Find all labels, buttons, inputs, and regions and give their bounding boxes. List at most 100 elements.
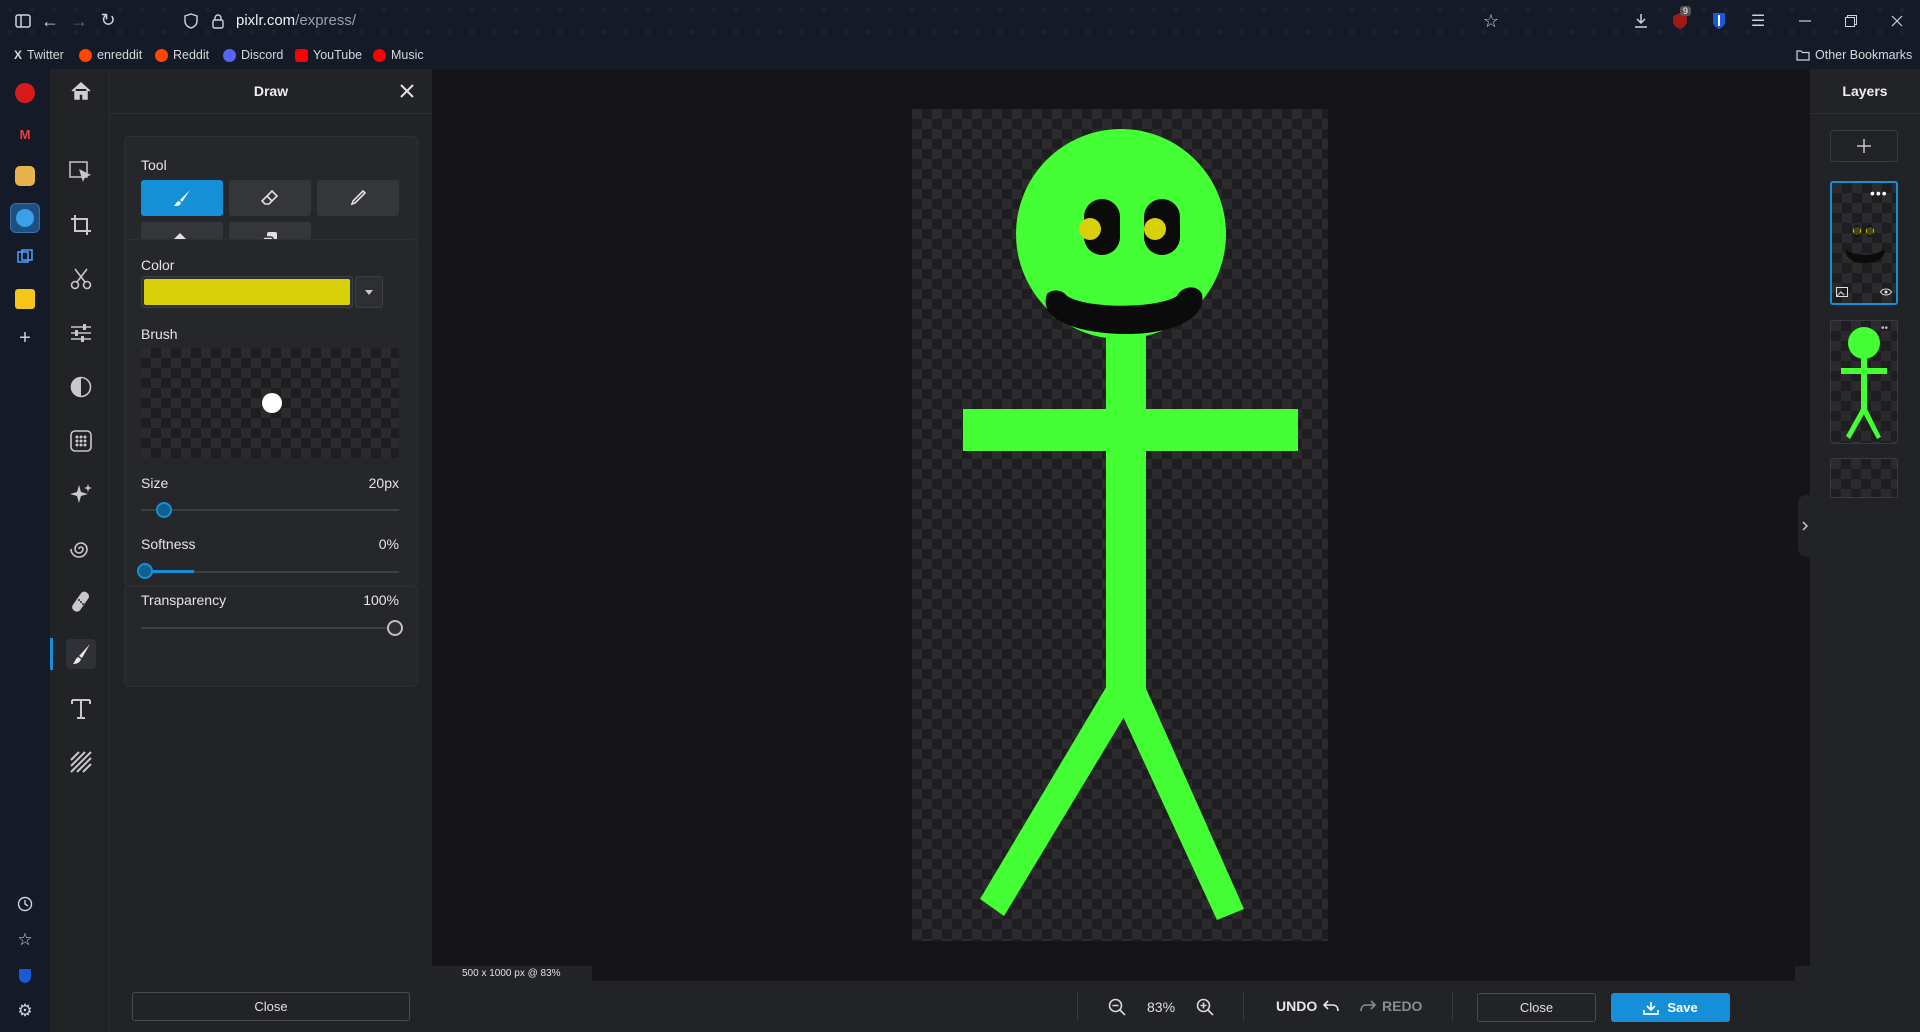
zoom-out-icon[interactable] xyxy=(1108,998,1126,1016)
download-icon[interactable] xyxy=(1631,11,1651,31)
layer-stickman-thumbnail xyxy=(1841,327,1887,439)
chatgpt-icon[interactable] xyxy=(15,166,35,186)
reddit-icon xyxy=(79,48,92,62)
layer-visibility-eye-icon[interactable] xyxy=(1880,288,1892,296)
add-panel-icon[interactable]: + xyxy=(15,327,35,349)
text-tool-icon[interactable] xyxy=(66,693,96,723)
active-tool-indicator xyxy=(50,638,53,670)
panel-divider xyxy=(110,113,432,114)
layer-options-icon[interactable]: ••• xyxy=(1870,185,1888,201)
save-button[interactable]: Save xyxy=(1611,993,1730,1022)
redo-button[interactable]: REDO xyxy=(1360,998,1422,1014)
transparency-label: Transparency xyxy=(141,592,227,608)
undo-icon xyxy=(1323,1000,1340,1012)
softness-label: Softness xyxy=(141,536,196,552)
left-pupil xyxy=(1079,218,1101,240)
draw-tool-icon[interactable] xyxy=(66,639,96,669)
document-canvas[interactable] xyxy=(912,109,1328,941)
menu-icon[interactable]: ☰ xyxy=(1748,11,1768,31)
effect-tool-icon[interactable] xyxy=(66,426,96,456)
bookmark-music[interactable]: Music xyxy=(373,48,424,62)
gmail-icon[interactable]: M xyxy=(15,124,35,144)
color-dropdown-button[interactable] xyxy=(355,276,383,308)
layer-image-icon[interactable] xyxy=(1836,287,1848,297)
panel-title: Draw xyxy=(253,83,289,99)
reload-icon[interactable]: ↻ xyxy=(98,10,118,30)
bookmark-star-icon[interactable]: ☆ xyxy=(1480,10,1502,32)
window-close-icon[interactable] xyxy=(1887,11,1907,31)
layers-title: Layers xyxy=(1842,83,1888,99)
adjust-tool-icon[interactable] xyxy=(66,318,96,348)
bookmark-twitter[interactable]: X Twitter xyxy=(14,48,64,62)
bookmark-youtube[interactable]: YouTube xyxy=(295,48,362,62)
panel-close-icon[interactable] xyxy=(400,84,416,100)
transparency-slider-track[interactable] xyxy=(141,627,389,629)
bookmark-discord[interactable]: Discord xyxy=(223,48,283,62)
tool-label: Tool xyxy=(141,157,167,173)
settings-icon[interactable]: ⚙ xyxy=(15,1001,35,1021)
filter-tool-icon[interactable] xyxy=(66,372,96,402)
tab-manager-icon[interactable] xyxy=(15,247,35,267)
collapse-handle[interactable] xyxy=(1798,495,1812,557)
forward-icon[interactable]: → xyxy=(69,11,89,31)
size-label: Size xyxy=(141,475,169,491)
layer-face[interactable]: ••• xyxy=(1830,181,1898,305)
layers-panel: Layers ••• •• xyxy=(1798,69,1920,1032)
cutout-tool-icon[interactable] xyxy=(66,264,96,294)
extension-red-icon[interactable] xyxy=(15,83,35,103)
address-bar[interactable]: pixlr.com/express/ xyxy=(236,12,356,29)
panel-close-button[interactable]: Close xyxy=(132,992,410,1021)
history-icon[interactable] xyxy=(15,894,35,914)
add-layer-button[interactable] xyxy=(1830,130,1898,162)
pattern-tool-icon[interactable] xyxy=(66,747,96,777)
layer-stickman[interactable]: •• xyxy=(1830,320,1898,444)
pencil-tool-button[interactable] xyxy=(317,180,399,216)
bookmark-enreddit[interactable]: enreddit xyxy=(79,48,142,62)
color-swatch[interactable] xyxy=(141,276,353,308)
minimize-icon[interactable] xyxy=(1795,11,1815,31)
home-icon[interactable] xyxy=(66,76,96,106)
extension-badge: 9 xyxy=(1680,6,1692,16)
crop-tool-icon[interactable] xyxy=(66,210,96,240)
canvas-corner-marker xyxy=(1795,966,1810,981)
retouch-sparkle-icon[interactable] xyxy=(66,479,96,509)
bottom-divider-2 xyxy=(1243,991,1244,1021)
notes-icon[interactable] xyxy=(15,289,35,309)
healing-bandage-icon[interactable] xyxy=(66,587,96,617)
active-tab-icon[interactable] xyxy=(10,203,40,233)
size-slider-knob[interactable] xyxy=(156,502,172,518)
favorites-icon[interactable]: ☆ xyxy=(15,930,35,950)
liquify-tool-icon[interactable] xyxy=(66,534,96,564)
stickman-drawing xyxy=(963,129,1298,920)
bookmark-reddit[interactable]: Reddit xyxy=(155,48,209,62)
chevron-right-icon xyxy=(1802,521,1808,531)
sidebar-toggle-icon[interactable] xyxy=(14,12,32,30)
transparency-slider-knob[interactable] xyxy=(387,620,403,636)
layers-divider xyxy=(1810,113,1920,114)
layer-options-icon[interactable]: •• xyxy=(1881,323,1888,334)
bottom-divider-3 xyxy=(1452,991,1453,1021)
size-slider-track[interactable] xyxy=(141,509,399,511)
other-bookmarks[interactable]: Other Bookmarks xyxy=(1796,48,1912,62)
zoom-in-icon[interactable] xyxy=(1196,998,1214,1016)
arrange-tool-icon[interactable] xyxy=(66,157,96,187)
bitwarden-icon[interactable] xyxy=(15,966,35,986)
bitwarden-extension-icon[interactable] xyxy=(1709,11,1729,31)
lock-icon[interactable] xyxy=(210,11,226,31)
canvas-info: 500 x 1000 px @ 83% xyxy=(432,966,592,981)
zoom-level[interactable]: 83% xyxy=(1147,999,1175,1015)
undo-button[interactable]: UNDO xyxy=(1276,998,1340,1014)
restore-icon[interactable] xyxy=(1841,11,1861,31)
softness-slider-knob[interactable] xyxy=(137,563,153,579)
eraser-tool-button[interactable] xyxy=(229,180,311,216)
layer-face-thumbnail xyxy=(1845,225,1885,263)
eraser-icon xyxy=(261,189,279,205)
youtube-icon xyxy=(295,48,308,62)
brush-tool-button[interactable] xyxy=(141,180,223,216)
layer-empty[interactable] xyxy=(1830,458,1898,498)
redo-label: REDO xyxy=(1382,998,1423,1014)
browser-sidebar: M + ☆ ⚙ xyxy=(0,69,50,1032)
close-button[interactable]: Close xyxy=(1477,993,1596,1022)
back-icon[interactable]: ← xyxy=(40,11,60,31)
shield-icon[interactable] xyxy=(182,11,200,31)
